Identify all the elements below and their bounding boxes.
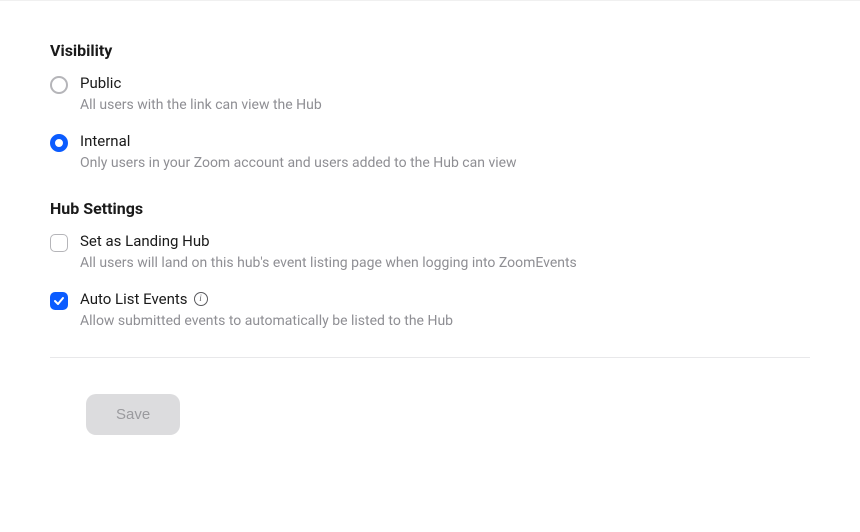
hub-setting-landing: Set as Landing Hub All users will land o… [50,232,810,274]
visibility-label-public: Public [80,74,810,92]
visibility-option-internal: Internal Only users in your Zoom account… [50,132,810,174]
visibility-option-public: Public All users with the link can view … [50,74,810,116]
checkmark-icon [53,295,65,307]
hub-setting-desc-autolist: Allow submitted events to automatically … [80,312,810,332]
hub-settings-section-title: Hub Settings [50,199,810,218]
save-button[interactable]: Save [86,394,180,435]
divider [50,357,810,358]
checkbox-landing-hub[interactable] [50,234,68,252]
visibility-section-title: Visibility [50,41,810,60]
radio-public[interactable] [50,76,68,94]
hub-setting-autolist: Auto List Events Allow submitted events … [50,290,810,332]
visibility-desc-internal: Only users in your Zoom account and user… [80,154,810,174]
visibility-options: Public All users with the link can view … [50,74,810,173]
radio-internal[interactable] [50,134,68,152]
hub-setting-label-landing: Set as Landing Hub [80,232,810,250]
info-icon[interactable] [194,292,208,306]
hub-settings-options: Set as Landing Hub All users will land o… [50,232,810,331]
visibility-desc-public: All users with the link can view the Hub [80,96,810,116]
visibility-label-internal: Internal [80,132,810,150]
hub-setting-label-autolist: Auto List Events [80,290,810,308]
hub-setting-desc-landing: All users will land on this hub's event … [80,254,810,274]
checkbox-auto-list[interactable] [50,292,68,310]
